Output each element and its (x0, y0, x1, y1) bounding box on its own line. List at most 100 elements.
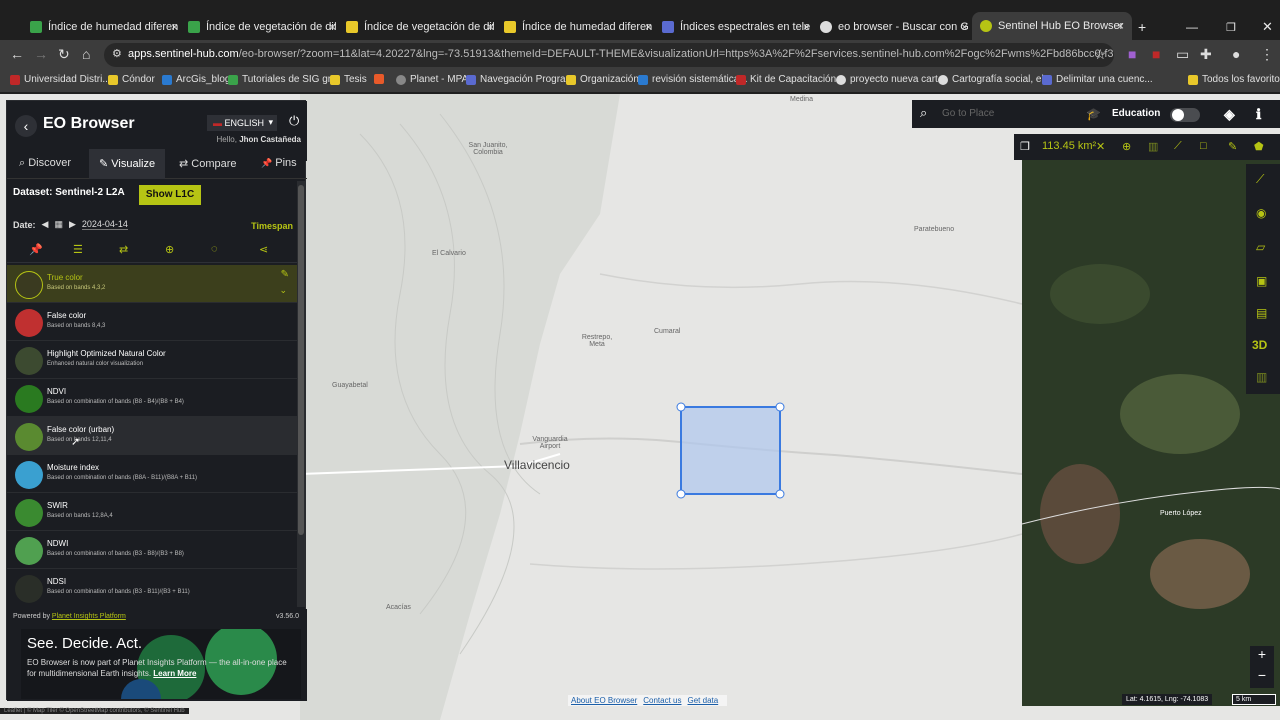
planet-insights-link[interactable]: Planet Insights Platform (52, 613, 126, 620)
bookmark-item[interactable]: Navegación Progra... (466, 74, 574, 85)
timespan-toggle[interactable]: Timespan (251, 221, 293, 231)
tab-discover[interactable]: ⌕ Discover (19, 157, 71, 170)
site-info-icon[interactable]: ⚙ (112, 47, 122, 60)
extension-icon[interactable]: ■ (1152, 46, 1160, 62)
new-tab-button[interactable]: + (1138, 14, 1146, 40)
chevron-down-icon[interactable]: ⌄ (279, 285, 287, 296)
layer-item[interactable]: Highlight Optimized Natural Color Enhance… (7, 341, 297, 379)
browser-menu-icon[interactable]: ⋮ (1260, 46, 1274, 63)
image-download-icon[interactable]: ▣ (1256, 274, 1267, 288)
histogram-icon[interactable]: ▥ (1256, 370, 1267, 384)
next-date-icon[interactable]: ▶ (69, 219, 76, 230)
tab-close-icon[interactable]: × (487, 20, 494, 34)
pencil-draw-icon[interactable]: ✎ (1228, 140, 1237, 153)
layer-item[interactable]: NDVI Based on combination of bands (B8 - … (7, 379, 297, 417)
info-icon[interactable]: ℹ (1256, 106, 1261, 123)
layer-item-true-color[interactable]: True color Based on bands 4,3,2 ✎ ⌄ (7, 265, 297, 303)
bookmark-item[interactable]: revisión sistemática... (638, 74, 748, 85)
tab-pins[interactable]: 📌 Pins (261, 157, 297, 169)
url-field[interactable]: ⚙ apps.sentinel-hub.com/eo-browser/?zoom=… (104, 43, 1114, 67)
layer-item[interactable]: NDSI Based on combination of bands (B3 - … (7, 569, 297, 605)
window-close-icon[interactable]: ✕ (1262, 14, 1273, 40)
tab-close-icon[interactable]: × (803, 20, 810, 34)
line-measure-icon[interactable]: ⟋ (1256, 172, 1264, 187)
show-l1c-button[interactable]: Show L1C (139, 185, 201, 205)
tab-close-icon[interactable]: × (329, 20, 336, 34)
bookmark-item[interactable] (374, 74, 388, 84)
extension-icon[interactable]: ■ (1128, 46, 1136, 62)
bookmark-item[interactable]: Universidad Distri... (10, 74, 111, 85)
effects-sliders-icon[interactable]: ☰ (73, 243, 83, 256)
browser-tab[interactable]: eo browser - Buscar con Googl× (820, 14, 968, 40)
hide-eye-icon[interactable]: ◌ (211, 243, 218, 255)
place-marker-icon[interactable]: ◉ (1256, 206, 1266, 220)
center-target-icon[interactable]: ⊕ (165, 243, 174, 256)
forward-icon[interactable]: → (34, 46, 48, 62)
zoom-in-button[interactable]: + (1250, 646, 1274, 667)
tab-close-icon[interactable]: × (645, 20, 652, 34)
polygon-draw-icon[interactable]: ⬟ (1254, 140, 1264, 153)
home-icon[interactable]: ⌂ (82, 46, 90, 62)
ruler-icon[interactable]: ▱ (1256, 240, 1265, 254)
back-icon[interactable]: ← (10, 46, 24, 62)
center-aoi-icon[interactable]: ⊕ (1122, 140, 1131, 153)
minimize-icon[interactable]: — (1186, 14, 1198, 40)
bookmark-item[interactable]: ArcGis_blog (162, 74, 230, 85)
bookmark-item[interactable]: Cóndor (108, 74, 155, 85)
bookmark-item[interactable]: Delimitar una cuenc... (1042, 74, 1153, 85)
edit-icon[interactable]: ✎ (281, 269, 289, 280)
get-data-link[interactable]: Get data (688, 696, 719, 705)
bookmark-item[interactable]: Planet - MPA (396, 74, 468, 85)
zoom-out-button[interactable]: − (1250, 667, 1274, 688)
browser-tab[interactable]: Índices espectrales en teledete× (662, 14, 810, 40)
contact-link[interactable]: Contact us (643, 696, 681, 705)
remove-aoi-icon[interactable]: ✕ (1096, 140, 1105, 153)
browser-tab[interactable]: Índice de humedad diferencial× (30, 14, 178, 40)
copy-icon[interactable]: ❐ (1020, 140, 1030, 153)
layer-item[interactable]: False color Based on bands 8,4,3 (7, 303, 297, 341)
education-toggle[interactable] (1170, 108, 1200, 122)
tab-compare[interactable]: ⇄ Compare (179, 157, 237, 170)
layer-item[interactable]: Moisture index Based on combination of ba… (7, 455, 297, 493)
statistics-icon[interactable]: ▥ (1148, 140, 1158, 153)
star-icon[interactable]: ☆ (1094, 46, 1107, 63)
all-bookmarks-folder[interactable]: Todos los favoritos (1188, 74, 1280, 85)
logout-power-icon[interactable]: ⏻ (289, 113, 299, 129)
share-icon[interactable]: ⋖ (259, 243, 268, 256)
browser-tab[interactable]: Índice de vegetación de diferen× (188, 14, 336, 40)
3d-icon[interactable]: 3D (1252, 338, 1267, 352)
tab-close-icon[interactable]: × (171, 20, 178, 34)
rectangle-draw-icon[interactable]: □ (1200, 140, 1207, 152)
scrollbar-thumb[interactable] (298, 185, 304, 535)
tab-visualize[interactable]: ✎ Visualize (89, 149, 166, 179)
bookmark-folder[interactable]: Organización (566, 74, 639, 85)
collapse-panel-button[interactable]: ‹ (15, 115, 37, 137)
tab-close-icon[interactable]: × (1117, 19, 1124, 33)
maximize-icon[interactable]: ❐ (1226, 14, 1236, 40)
bookmark-folder[interactable]: Tesis (330, 74, 367, 85)
bookmark-item[interactable]: Tutoriales de SIG gr... (228, 74, 339, 85)
bookmark-item[interactable]: proyecto nueva cart... (836, 74, 946, 85)
browser-tab[interactable]: Índice de vegetación de diferen× (346, 14, 494, 40)
compare-icon[interactable]: ⇄ (119, 243, 128, 256)
layer-item[interactable]: False color (urban) Based on bands 12,11,… (7, 417, 297, 455)
profile-avatar-icon[interactable]: ● (1232, 46, 1240, 62)
browser-tab-active[interactable]: Sentinel Hub EO Browser × (972, 12, 1132, 40)
bookmark-item[interactable]: Kit de Capacitación... (736, 74, 845, 85)
learn-more-link[interactable]: Learn More (153, 669, 196, 678)
previous-date-icon[interactable]: ◀ (42, 219, 49, 230)
date-input[interactable]: 2024-04-14 (81, 219, 128, 230)
bookmark-item[interactable]: Cartografía social, el... (938, 74, 1052, 85)
timelapse-film-icon[interactable]: ▤ (1256, 306, 1267, 320)
chart-icon[interactable]: ⟋ (1174, 140, 1182, 153)
layer-list-scrollbar[interactable] (297, 181, 305, 607)
layer-item[interactable]: SWIR Based on bands 12,8A,4 (7, 493, 297, 531)
language-select[interactable]: ▬ ENGLISH ▾ (207, 115, 277, 131)
go-to-place-search[interactable]: ⌕ Go to Place (912, 100, 1076, 128)
layers-icon[interactable]: ◈ (1224, 106, 1235, 123)
about-link[interactable]: About EO Browser (571, 696, 637, 705)
pin-icon[interactable]: 📌 (29, 243, 43, 256)
browser-tab[interactable]: Índice de humedad diferencial× (504, 14, 652, 40)
layer-item[interactable]: NDWI Based on combination of bands (B3 - … (7, 531, 297, 569)
calendar-icon[interactable]: ▦ (54, 219, 63, 230)
